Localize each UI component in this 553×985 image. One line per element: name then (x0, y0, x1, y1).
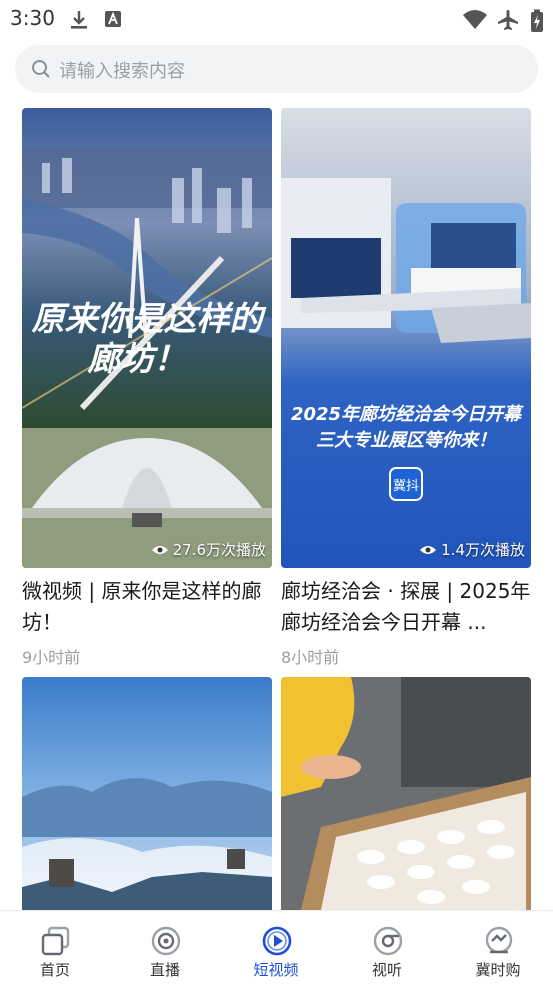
video-time: 9小时前 (22, 648, 81, 667)
svg-text:冀抖: 冀抖 (393, 478, 419, 494)
tab-label: 视听 (371, 961, 402, 979)
status-bar: 3:30 (0, 0, 553, 38)
video-thumbnail[interactable]: 2025年廊坊经洽会今日开幕 三大专业展区等你来！ 冀抖 1.4万次播放 (281, 108, 531, 568)
tab-label: 冀时购 (475, 961, 521, 979)
tab-label: 直播 (149, 961, 180, 979)
video-thumbnail[interactable] (281, 677, 531, 910)
video-time: 8小时前 (281, 648, 340, 667)
video-thumbnail-image: 2025年廊坊经洽会今日开幕 三大专业展区等你来！ 冀抖 (281, 108, 531, 568)
tab-audio-visual[interactable]: 视听 (332, 911, 442, 985)
video-title[interactable]: 廊坊经洽会 · 探展 | 2025年廊坊经洽会今日开幕 ... (281, 576, 531, 638)
download-icon (71, 11, 87, 29)
play-count: 1.4万次播放 (419, 539, 525, 560)
tab-home[interactable]: 首页 (0, 911, 110, 985)
thumbnail-overlay-text: 2025年廊坊经洽会今日开幕 (291, 404, 524, 425)
video-thumbnail[interactable]: 原来你是这样的 廊坊！ 27.6万次播放 (22, 108, 272, 568)
tab-short-video[interactable]: 短视频 (221, 911, 331, 985)
audio-visual-icon (373, 926, 403, 956)
video-thumbnail[interactable] (22, 677, 272, 910)
airplane-mode-icon (498, 10, 518, 30)
battery-charging-icon (531, 9, 543, 32)
eye-icon (151, 545, 168, 554)
video-thumbnail-image: 原来你是这样的 廊坊！ (22, 108, 272, 568)
tab-label: 首页 (39, 961, 70, 979)
live-icon (151, 926, 181, 956)
shop-icon (485, 926, 513, 954)
play-count-text: 27.6万次播放 (172, 541, 266, 559)
short-video-icon (262, 926, 292, 956)
video-thumbnail-image (281, 677, 531, 910)
status-time: 3:30 (10, 6, 55, 30)
play-count-text: 1.4万次播放 (441, 541, 525, 559)
tab-label: 短视频 (253, 961, 299, 979)
tab-live[interactable]: 直播 (110, 911, 220, 985)
video-title[interactable]: 微视频 | 原来你是这样的廊坊！ (22, 576, 272, 638)
svg-text:廊坊！: 廊坊！ (87, 341, 187, 378)
video-thumbnail-image (22, 677, 272, 910)
tab-shop[interactable]: 冀时购 (443, 911, 553, 985)
svg-text:三大专业展区等你来！: 三大专业展区等你来！ (316, 430, 496, 451)
play-count: 27.6万次播放 (151, 539, 266, 560)
home-icon (41, 926, 70, 956)
eye-icon (420, 545, 437, 554)
thumbnail-overlay-text: 原来你是这样的 (32, 301, 267, 338)
search-bar[interactable]: 请输入搜索内容 (15, 45, 538, 93)
font-a-icon (105, 11, 121, 27)
search-input[interactable]: 请输入搜索内容 (59, 57, 185, 83)
wifi-icon (463, 10, 487, 29)
search-icon (32, 60, 50, 78)
bottom-tab-bar: 首页 直播 短视频 视听 冀时购 (0, 910, 553, 984)
